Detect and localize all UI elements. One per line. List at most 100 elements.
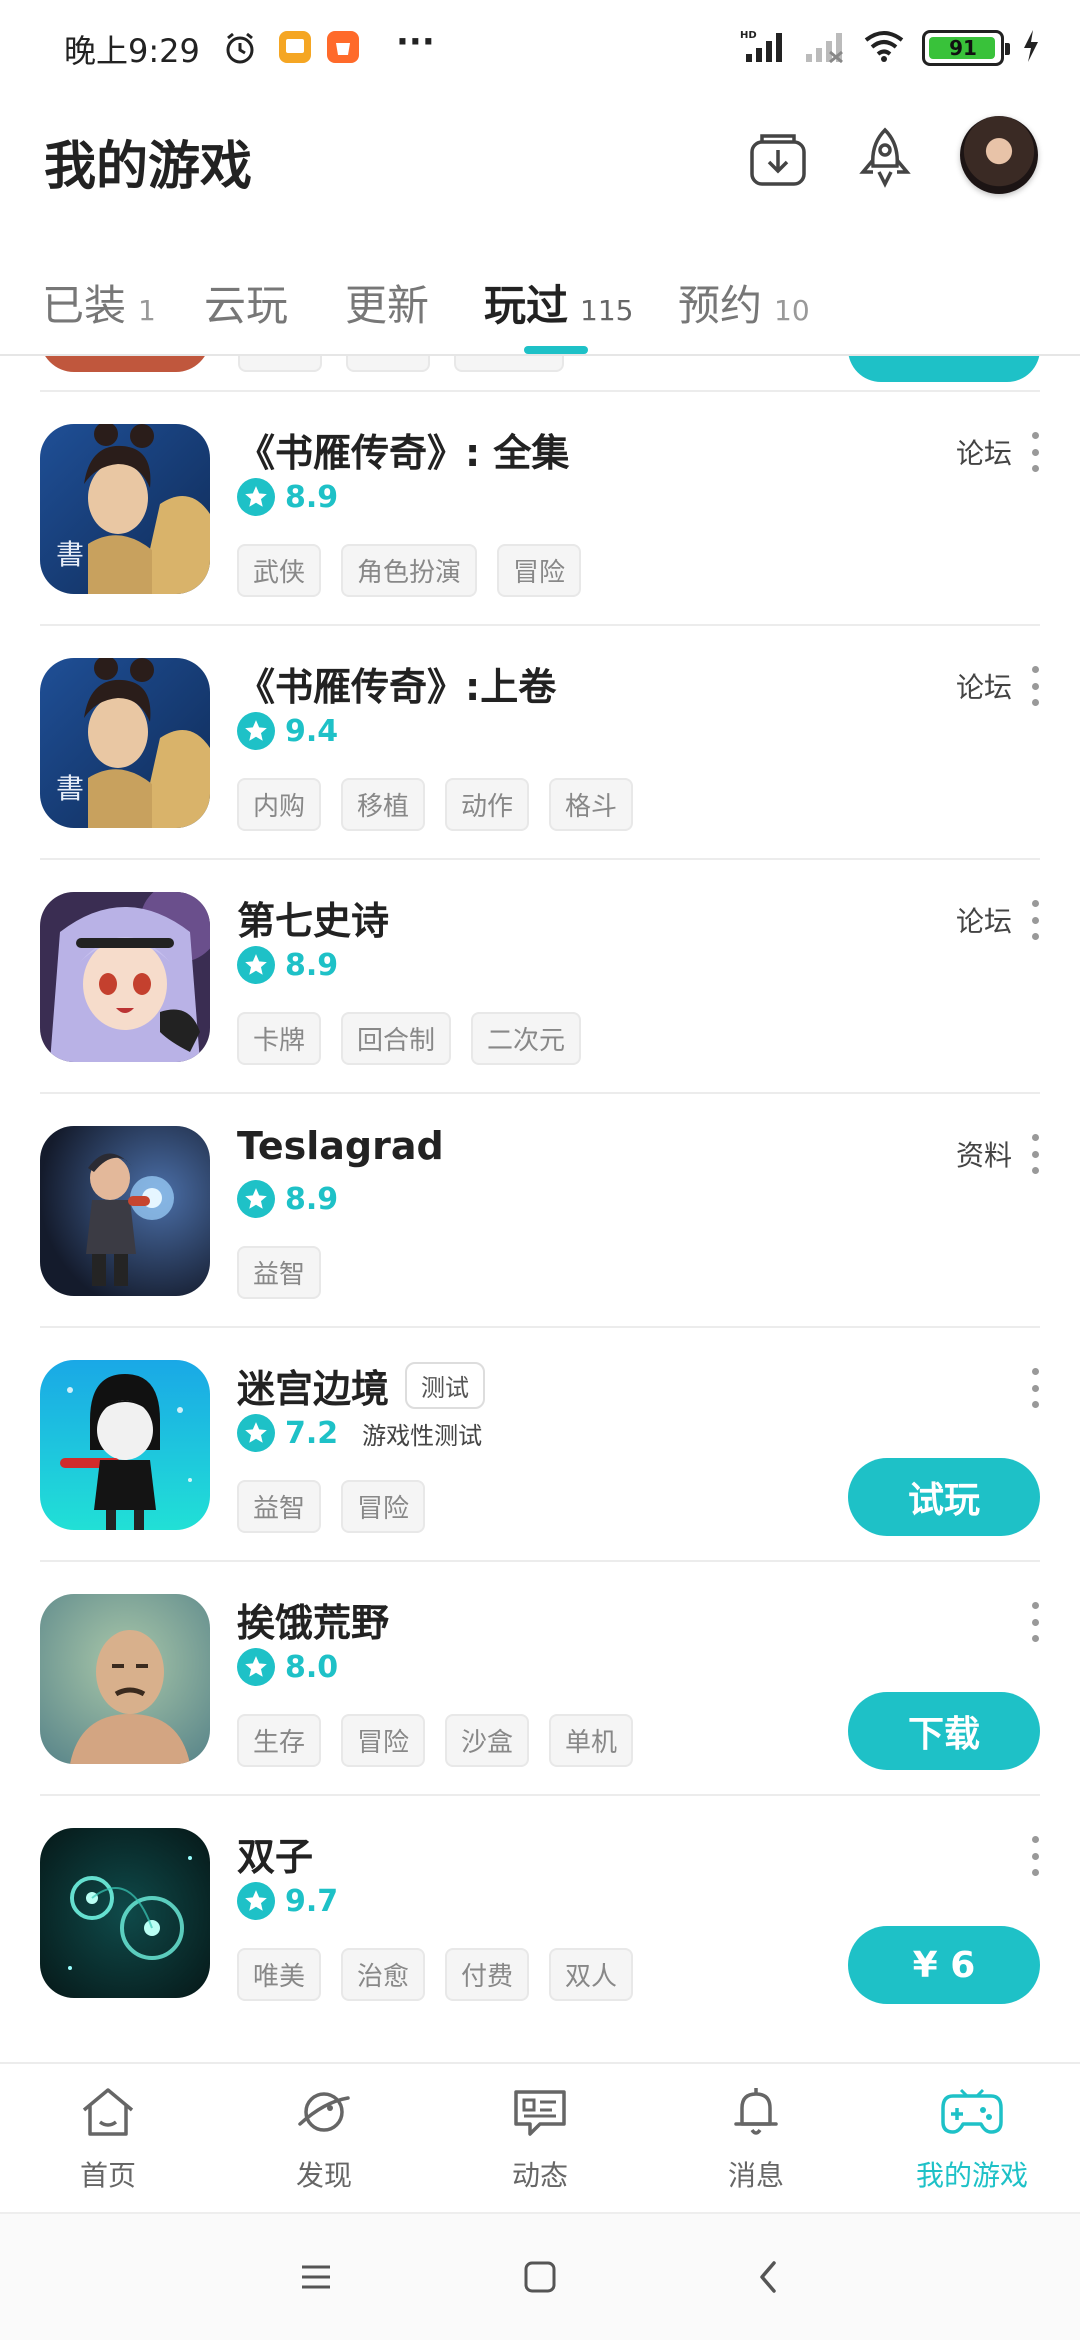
rating-value: 7.2 <box>285 1415 339 1451</box>
game-title[interactable]: 《书雁传奇》:上卷 <box>237 656 556 711</box>
more-options-icon[interactable] <box>1030 900 1040 940</box>
tab-label: 预约 <box>678 281 763 330</box>
tag[interactable]: 卡牌 <box>237 1012 322 1065</box>
tag[interactable]: 益智 <box>237 1480 322 1533</box>
game-icon[interactable] <box>40 1126 210 1296</box>
active-tab-indicator <box>524 346 588 354</box>
signal-off-icon <box>804 28 846 68</box>
tag[interactable]: 角色扮演 <box>341 544 478 597</box>
more-options-icon[interactable] <box>1030 1368 1040 1408</box>
page-title: 我的游戏 <box>44 137 253 197</box>
game-title[interactable]: 双子 <box>237 1826 313 1881</box>
tag[interactable]: 单机 <box>549 1714 634 1767</box>
game-icon[interactable]: 書 <box>40 424 210 594</box>
more-options-icon[interactable] <box>1030 666 1040 706</box>
star-icon <box>237 946 275 984</box>
list-item[interactable]: Teslagrad 8.9 益智 资料 <box>40 1092 1040 1326</box>
tag[interactable]: 武侠 <box>237 544 322 597</box>
nav-home[interactable]: 首页 <box>18 2084 198 2194</box>
star-icon <box>237 478 275 516</box>
game-icon[interactable] <box>40 1594 210 1764</box>
tab-updates[interactable]: 更新 <box>345 272 429 333</box>
list-item[interactable]: 第七史诗 8.9 卡牌 回合制 二次元 论坛 <box>40 858 1040 1092</box>
partial-list-item <box>0 356 1080 390</box>
list-item[interactable]: 双子 9.7 唯美 治愈 付费 双人 ¥ 6 <box>40 1794 1040 2028</box>
tag[interactable]: 回合制 <box>341 1012 452 1065</box>
try-play-button[interactable]: 试玩 <box>848 1458 1040 1536</box>
info-link[interactable]: 资料 <box>956 1134 1012 1174</box>
nav-discover[interactable]: 发现 <box>234 2084 414 2194</box>
more-options-icon[interactable] <box>1030 1134 1040 1174</box>
signal-hd-icon: HD <box>740 28 786 68</box>
game-title[interactable]: 第七史诗 <box>237 890 389 945</box>
tag[interactable]: 内购 <box>237 778 322 831</box>
buy-button[interactable]: ¥ 6 <box>848 1926 1040 2004</box>
home-icon <box>78 2084 138 2144</box>
nav-messages[interactable]: 消息 <box>666 2084 846 2194</box>
game-title-text: 挨饿荒野 <box>237 1601 390 1645</box>
tag[interactable]: 双人 <box>549 1948 634 2001</box>
tag[interactable]: 格斗 <box>549 778 634 831</box>
forum-link[interactable]: 论坛 <box>956 666 1012 706</box>
game-title-text: 《书雁传奇》: 全集 <box>237 431 570 475</box>
tag-list: 益智 <box>237 1246 322 1299</box>
tag[interactable]: 冒险 <box>497 544 582 597</box>
rating-value: 9.7 <box>285 1883 339 1919</box>
tag[interactable]: 治愈 <box>341 1948 426 2001</box>
more-options-icon[interactable] <box>1030 432 1040 472</box>
list-item[interactable]: 挨饿荒野 8.0 生存 冒险 沙盒 单机 下载 <box>40 1560 1040 1794</box>
download-manager-button[interactable] <box>738 120 818 200</box>
rating: 8.9 <box>237 1180 338 1218</box>
game-icon[interactable] <box>40 1360 210 1530</box>
tab-count: 1 <box>138 294 156 327</box>
tag[interactable]: 二次元 <box>471 1012 582 1065</box>
tab-installed[interactable]: 已装 1 <box>42 272 156 333</box>
tag[interactable]: 移植 <box>341 778 426 831</box>
home-button[interactable] <box>510 2254 570 2304</box>
game-title[interactable]: 《书雁传奇》: 全集 <box>237 422 569 477</box>
game-icon[interactable] <box>40 1828 210 1998</box>
tag[interactable]: 沙盒 <box>445 1714 530 1767</box>
nav-label: 发现 <box>295 2159 352 2192</box>
tag[interactable]: 冒险 <box>341 1480 426 1533</box>
game-title[interactable]: 挨饿荒野 <box>237 1592 389 1647</box>
tag[interactable]: 益智 <box>237 1246 322 1299</box>
more-options-icon[interactable] <box>1030 1836 1040 1876</box>
notes-app-icon <box>278 30 312 68</box>
svg-text:書: 書 <box>56 538 84 571</box>
test-badge: 测试 <box>405 1362 486 1409</box>
list-item[interactable]: 迷宫边境 测试 7.2 游戏性测试 益智 冒险 试玩 <box>40 1326 1040 1560</box>
speed-boost-button[interactable] <box>845 120 925 200</box>
tag[interactable]: 生存 <box>237 1714 322 1767</box>
game-icon[interactable]: 書 <box>40 658 210 828</box>
game-icon[interactable] <box>40 892 210 1062</box>
tab-cloud-play[interactable]: 云玩 <box>204 272 288 333</box>
back-button[interactable] <box>738 2254 798 2304</box>
tab-label: 玩过 <box>484 281 569 330</box>
nav-feed[interactable]: 动态 <box>450 2084 630 2194</box>
download-button[interactable]: 下载 <box>848 1692 1040 1770</box>
user-avatar[interactable] <box>960 116 1038 194</box>
status-time: 晚上9:29 <box>64 32 200 70</box>
tag-list: 唯美 治愈 付费 双人 <box>237 1948 634 2001</box>
forum-link[interactable]: 论坛 <box>956 900 1012 940</box>
tab-played[interactable]: 玩过 115 <box>484 272 633 333</box>
more-options-icon[interactable] <box>1030 1602 1040 1642</box>
game-title[interactable]: Teslagrad <box>237 1124 444 1168</box>
recent-apps-button[interactable] <box>286 2254 346 2304</box>
list-item[interactable]: 書 《书雁传奇》: 全集 8.9 武侠 角色扮演 冒险 论坛 <box>40 390 1040 624</box>
game-title[interactable]: 迷宫边境 测试 <box>237 1358 486 1413</box>
tag[interactable]: 付费 <box>445 1948 530 2001</box>
tab-reservations[interactable]: 预约 10 <box>678 272 810 333</box>
tag[interactable]: 动作 <box>445 778 530 831</box>
rating-value: 8.9 <box>285 479 339 515</box>
tag[interactable]: 唯美 <box>237 1948 322 2001</box>
gamepad-icon <box>939 2084 1005 2144</box>
nav-my-games[interactable]: 我的游戏 <box>882 2084 1062 2194</box>
rating: 9.4 <box>237 712 338 750</box>
game-list: 書 《书雁传奇》: 全集 8.9 武侠 角色扮演 冒险 论坛 書 《书雁传奇》:… <box>0 390 1080 2028</box>
list-item[interactable]: 書 《书雁传奇》:上卷 9.4 内购 移植 动作 格斗 论坛 <box>40 624 1040 858</box>
tag[interactable]: 冒险 <box>341 1714 426 1767</box>
bell-icon <box>726 2084 786 2144</box>
forum-link[interactable]: 论坛 <box>956 432 1012 472</box>
